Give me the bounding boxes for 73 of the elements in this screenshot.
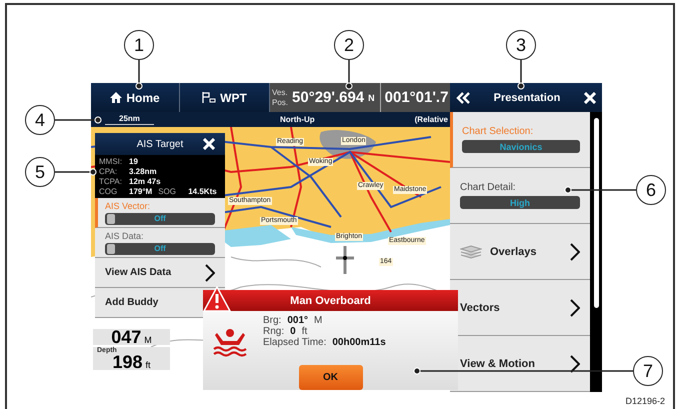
panel-title: AIS Target (136, 138, 184, 150)
figure-id: D12196-2 (625, 396, 665, 406)
toggle-thumb[interactable] (107, 214, 115, 224)
detail-value: 179°M (129, 187, 152, 196)
leader-line (136, 60, 142, 90)
detail-label: SOG (158, 187, 177, 196)
detail-value: 14.5Kts (188, 187, 217, 196)
double-chevron-left-icon[interactable] (456, 92, 470, 104)
layers-icon (460, 244, 482, 258)
orientation-label: North-Up (280, 115, 315, 124)
detail-value: 12m 47s (129, 177, 161, 186)
toggle-value: Off (154, 214, 166, 223)
position-label: Pos. (272, 98, 288, 108)
detail-label: MMSI: (99, 157, 123, 166)
latitude-value: 50°29'.694 (292, 89, 364, 106)
chevron-right-icon (205, 264, 215, 282)
detail-unit: M (314, 315, 322, 326)
detail-label: Rng: (263, 326, 284, 338)
warning-icon (203, 286, 231, 312)
menu-item[interactable]: Overlays (460, 242, 580, 260)
menu-item[interactable]: View AIS Data (105, 264, 215, 282)
leader-line (55, 116, 102, 124)
data-value: 198 (112, 354, 143, 370)
position-label: Ves. (272, 88, 288, 98)
detail-value: 001° (287, 315, 308, 326)
dialog-title: Man Overboard (290, 294, 371, 307)
panel-title: Presentation (494, 92, 560, 104)
scale-label: 25nm (105, 114, 154, 125)
chevron-right-icon (570, 298, 580, 316)
close-icon[interactable] (584, 92, 596, 104)
menu-item[interactable]: Vectors (460, 298, 580, 316)
callout-number: 6 (636, 175, 666, 205)
leader-line (564, 186, 636, 194)
leader-line (346, 60, 352, 90)
detail-label: Elapsed Time: (263, 337, 326, 348)
callout-number: 4 (25, 105, 55, 135)
callout-number: 3 (506, 30, 536, 60)
setting-label: Chart Selection: (462, 126, 534, 137)
ok-button[interactable]: OK (298, 365, 362, 390)
longitude-value: 001°01'.7 (384, 89, 448, 106)
motion-label: (Relative (414, 115, 448, 124)
callout-number: 5 (25, 157, 55, 187)
detail-value: 19 (129, 157, 138, 166)
leader-line (55, 168, 96, 176)
detail-value: 3.28nm (129, 167, 157, 176)
cursor-icon (335, 245, 355, 275)
close-icon[interactable] (203, 138, 215, 150)
setting-label: Chart Detail: (460, 182, 517, 193)
data-unit: M (144, 335, 152, 345)
flag-icon (202, 92, 216, 103)
detail-label: TCPA: (99, 177, 123, 186)
menu-item[interactable]: Add Buddy (105, 297, 215, 308)
detail-label: COG (99, 187, 118, 196)
chevron-right-icon (570, 354, 580, 372)
setting-label: AIS Vector: (105, 200, 152, 210)
data-value: 047 (111, 329, 142, 345)
callout-number: 7 (633, 356, 663, 386)
callout-number: 1 (124, 30, 154, 60)
menu-item[interactable]: View & Motion (460, 354, 580, 372)
toggle-thumb[interactable] (107, 244, 115, 254)
setting-label: AIS Data: (105, 230, 145, 240)
callout-number: 2 (334, 30, 364, 60)
detail-value: 0 (290, 326, 296, 338)
data-unit: ft (146, 360, 151, 370)
chevron-right-icon (570, 242, 580, 260)
person-in-water-icon (213, 327, 247, 358)
detail-label: Brg: (263, 315, 282, 326)
detail-value: 00h00m11s (332, 337, 386, 348)
leader-line (518, 60, 524, 90)
detail-label: CPA: (99, 167, 118, 176)
detail-unit: ft (302, 326, 308, 338)
home-icon (110, 92, 122, 103)
toggle-value: Off (154, 244, 166, 253)
